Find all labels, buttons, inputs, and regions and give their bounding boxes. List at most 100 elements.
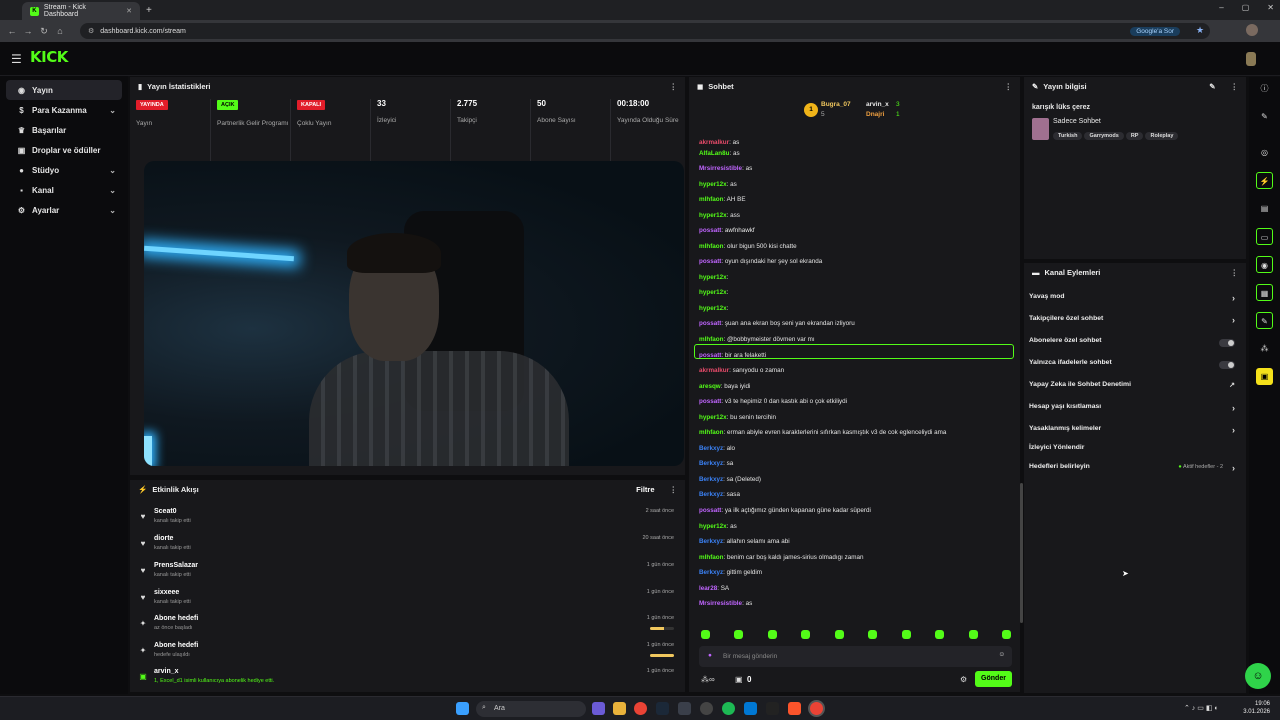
chat-input[interactable]: ● Bir mesaj gönderin ☺ [699, 646, 1012, 667]
kick-logo[interactable]: KICK [30, 48, 68, 66]
chat-username[interactable]: mlhfaon [699, 336, 724, 343]
vscode-icon[interactable] [744, 702, 757, 715]
target-icon[interactable]: ◎ [1256, 144, 1273, 161]
emote-icon[interactable] [701, 630, 710, 639]
emoji-icon[interactable]: ☺ [998, 651, 1005, 658]
chat-username[interactable]: lear28 [699, 585, 717, 592]
chat-username[interactable]: mlhfaon [699, 554, 724, 561]
action-raid[interactable]: İzleyici Yönlendir [1029, 444, 1241, 460]
discord-icon[interactable] [592, 702, 605, 715]
sidebar-item-yayin[interactable]: ◉ Yayın [6, 80, 122, 100]
chat-username[interactable]: Berkxyz [699, 460, 723, 467]
close-tab-icon[interactable]: ✕ [126, 7, 132, 15]
emote-icon[interactable] [801, 630, 811, 639]
sidebar-item-kanal[interactable]: ▪ Kanal ⌄ [6, 180, 122, 200]
action-emote-only[interactable]: Yalnızca ifadelerle sohbet [1029, 359, 1241, 375]
new-tab-icon[interactable]: + [146, 5, 152, 16]
google-ask-button[interactable]: Google'a Sor [1130, 26, 1180, 36]
chat-username[interactable]: Berkxyz [699, 569, 723, 576]
app-icon[interactable] [766, 702, 779, 715]
action-goals[interactable]: Hedefleri belirleyin ● Aktif hedefler - 2… [1029, 463, 1241, 479]
gift-box-icon[interactable]: ▣ [735, 675, 743, 684]
chat-username[interactable]: Berkxyz [699, 476, 723, 483]
chat-username[interactable]: Berkxyz [699, 445, 723, 452]
chat-username[interactable]: hyper12x [699, 414, 727, 421]
more-icon[interactable]: ⋮ [1005, 82, 1013, 91]
chat-username[interactable]: possatt [699, 258, 721, 265]
steam-icon[interactable] [656, 702, 669, 715]
app-icon[interactable] [700, 702, 713, 715]
chat-username[interactable]: hyper12x [699, 305, 727, 312]
chat-icon[interactable]: ▭ [1256, 228, 1273, 245]
emote-icon[interactable] [767, 630, 777, 639]
chat-username[interactable]: akrmalkur [699, 139, 729, 146]
app-icon[interactable] [678, 702, 691, 715]
emote-icon[interactable] [935, 630, 945, 639]
tray-icons[interactable]: ⌃ ♪ ▭ ◧ ◐ [1184, 704, 1219, 712]
profile-avatar[interactable] [1246, 24, 1258, 36]
brave-icon[interactable] [788, 702, 801, 715]
toggle-switch[interactable] [1219, 361, 1235, 369]
emote-icon[interactable] [901, 630, 911, 639]
category-thumbnail[interactable] [1032, 118, 1049, 140]
close-window-icon[interactable]: ✕ [1267, 3, 1274, 12]
chat-username[interactable]: Berkxyz [699, 538, 723, 545]
home-icon[interactable]: ⌂ [52, 26, 68, 36]
send-button[interactable]: Gönder [975, 671, 1012, 687]
edit-icon[interactable]: ✎ [1209, 82, 1215, 91]
action-ai-moderation[interactable]: Yapay Zeka ile Sohbet Denetimi ↗ [1029, 381, 1241, 397]
chat-username[interactable]: hyper12x [699, 523, 727, 530]
action-subs-only[interactable]: Abonelere özel sohbet [1029, 337, 1241, 353]
nodes-icon[interactable]: ⁂ [1256, 340, 1273, 357]
chat-username[interactable]: mlhfaon [699, 243, 724, 250]
menu-icon[interactable]: ☰ [11, 52, 22, 66]
chat-username[interactable]: hyper12x [699, 181, 727, 188]
chat-username[interactable]: Mrsirresistible [699, 600, 742, 607]
chat-username[interactable]: possatt [699, 227, 721, 234]
stream-preview-video[interactable] [144, 161, 684, 466]
chat-username[interactable]: possatt [699, 320, 721, 327]
more-icon[interactable]: ⋮ [1231, 268, 1239, 277]
folder-icon[interactable] [613, 702, 626, 715]
kicks-icon[interactable]: ⁂∞ [701, 675, 715, 684]
chat-username[interactable]: possatt [699, 352, 721, 359]
minimize-icon[interactable]: – [1219, 3, 1223, 12]
emote-icon[interactable] [868, 630, 878, 639]
action-followers-only[interactable]: Takipçilere özel sohbet › [1029, 315, 1241, 331]
clock[interactable]: 19:06 3.01.2026 [1243, 700, 1270, 716]
info-icon[interactable]: ⓘ [1256, 80, 1273, 97]
broadcast-icon[interactable]: ◉ [1256, 256, 1273, 273]
chat-username[interactable]: mlhfaon [699, 196, 724, 203]
action-banned-words[interactable]: Yasaklanmış kelimeler › [1029, 425, 1241, 441]
bolt-icon[interactable]: ⚡ [1256, 172, 1273, 189]
sidebar-item-studyo[interactable]: ● Stüdyo ⌄ [6, 160, 122, 180]
toggle-switch[interactable] [1219, 339, 1235, 347]
chat-username[interactable]: mlhfaon [699, 429, 724, 436]
url-field[interactable]: ⚙ dashboard.kick.com/stream Google'a Sor [80, 23, 1210, 39]
category-name[interactable]: Sadece Sohbet [1053, 118, 1101, 125]
sidebar-item-droplar[interactable]: ▣ Droplar ve ödüller [6, 140, 122, 160]
clapper-icon[interactable]: ▣ [1256, 368, 1273, 385]
sidebar-item-basarilar[interactable]: ♛ Başarılar [6, 120, 122, 140]
chat-username[interactable]: Berkxyz [699, 491, 723, 498]
taskbar-search[interactable]: ⌕ Ara [476, 701, 586, 717]
support-chat-button[interactable]: ☺ [1245, 663, 1271, 689]
reload-icon[interactable]: ↻ [36, 26, 52, 37]
chat-username[interactable]: Mrsirresistible [699, 165, 742, 172]
document-icon[interactable]: ▤ [1256, 200, 1273, 217]
wrench-icon[interactable]: ✎ [1256, 312, 1273, 329]
chrome-icon[interactable] [634, 702, 647, 715]
bookmark-star-icon[interactable]: ★ [1196, 25, 1204, 36]
user-avatar[interactable] [1246, 52, 1256, 66]
sidebar-item-para-kazanma[interactable]: $ Para Kazanma ⌄ [6, 100, 122, 120]
more-icon[interactable]: ⋮ [670, 485, 678, 494]
emote-icon[interactable] [834, 630, 844, 639]
emote-icon[interactable] [1001, 630, 1011, 639]
filter-button[interactable]: Filtre [636, 485, 654, 494]
back-icon[interactable]: ← [4, 26, 20, 36]
chrome-icon[interactable] [810, 702, 823, 715]
chat-username[interactable]: hyper12x [699, 274, 727, 281]
windows-start-icon[interactable] [456, 702, 469, 715]
chat-username[interactable]: possatt [699, 398, 721, 405]
chat-username[interactable]: aresqw [699, 383, 721, 390]
